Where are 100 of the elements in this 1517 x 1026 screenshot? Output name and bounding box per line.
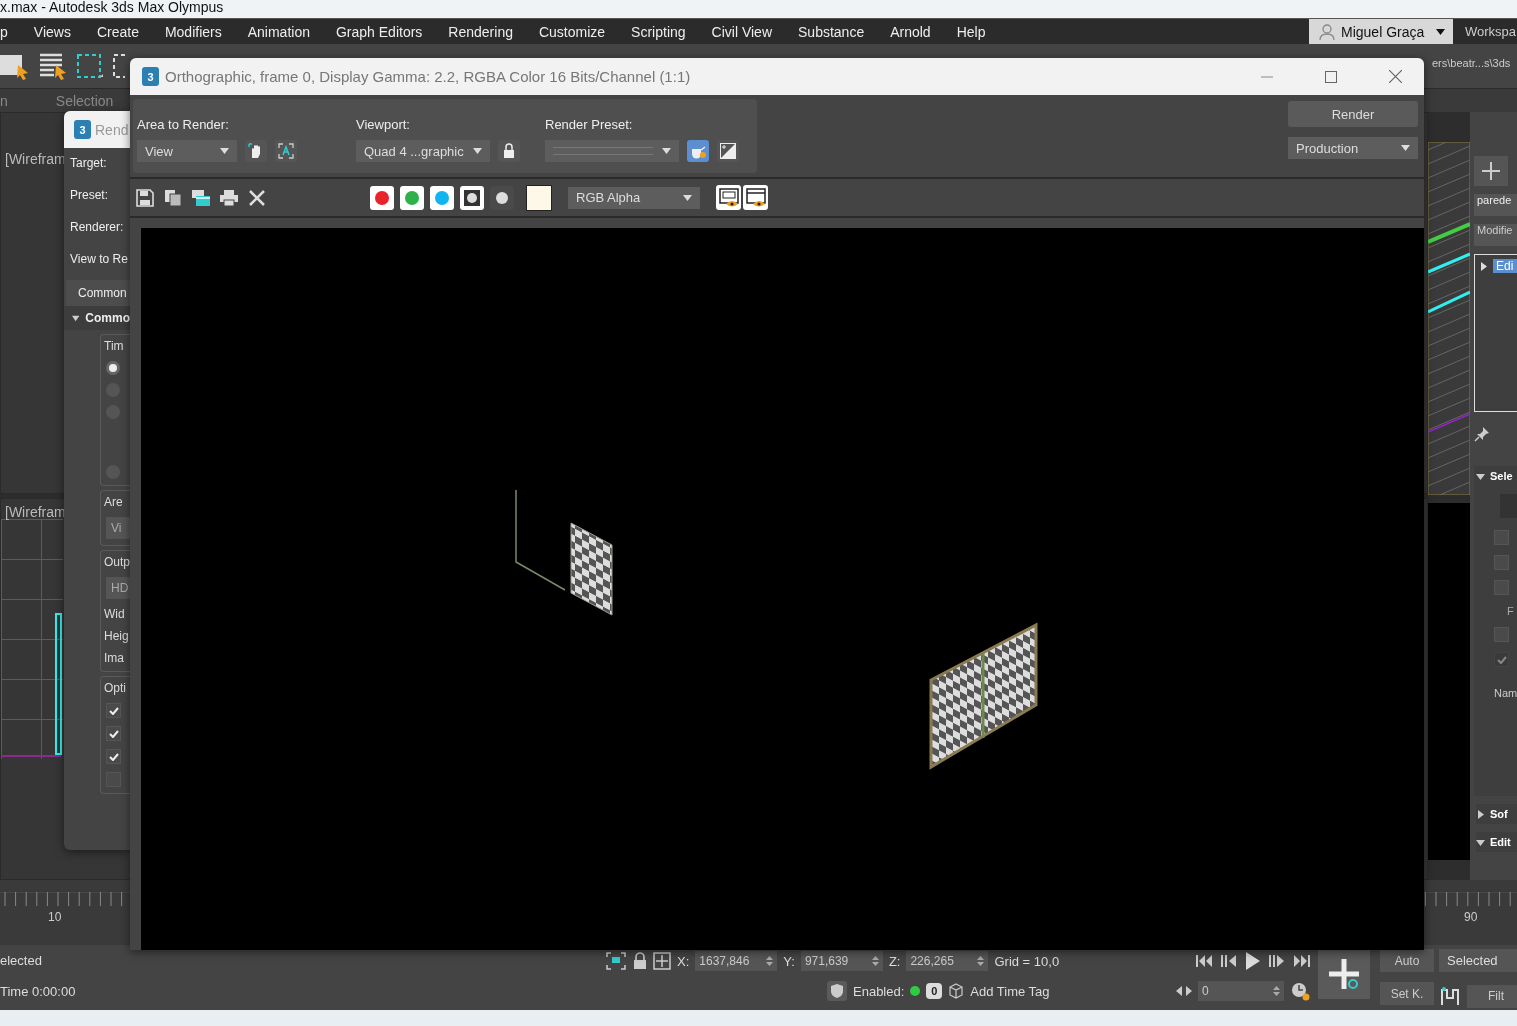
field-label: Render Preset: <box>545 117 634 132</box>
menu-item[interactable]: Help <box>943 23 999 40</box>
auto-key-button[interactable]: Auto <box>1380 949 1434 972</box>
create-tab[interactable] <box>1474 156 1508 186</box>
next-frame-icon[interactable] <box>1268 955 1286 967</box>
modifier-list-dropdown[interactable]: Modifie <box>1474 224 1517 246</box>
channel-toggle-button[interactable] <box>430 185 454 210</box>
menu-item[interactable]: Substance <box>785 23 878 40</box>
key-filters-button[interactable]: Filt <box>1467 984 1517 1008</box>
menu-item[interactable]: Views <box>20 23 84 40</box>
go-to-start-icon[interactable] <box>1196 955 1214 967</box>
toggle-overlay-button[interactable] <box>743 185 768 211</box>
channel-toggle-button[interactable] <box>490 185 514 210</box>
select-by-name-icon[interactable] <box>38 51 68 81</box>
menu-item[interactable]: Graph Editors <box>323 23 436 40</box>
viewport-label[interactable]: [Wirefram <box>5 504 66 520</box>
key-icon <box>1327 957 1361 991</box>
channel-toggle-button[interactable] <box>460 185 484 210</box>
enabled-label: Enabled: <box>853 983 905 999</box>
app-logo: 3 <box>142 67 159 86</box>
render-button[interactable]: Render <box>1288 101 1418 127</box>
tab[interactable]: Common <box>66 280 130 306</box>
tag-count: 0 <box>926 983 943 999</box>
alpha-channel-icon <box>464 189 480 206</box>
menu-item[interactable]: Arnold <box>877 23 944 40</box>
toggle-ui-button[interactable] <box>716 185 741 211</box>
radio-button[interactable] <box>106 361 120 375</box>
previous-frame-icon[interactable] <box>1220 955 1238 967</box>
selection-lock-icon[interactable] <box>605 951 627 971</box>
render-mode-dropdown[interactable]: Production <box>1288 137 1418 159</box>
caret-icon <box>473 148 482 154</box>
lock-viewport-button[interactable] <box>498 140 520 162</box>
set-key-button[interactable] <box>1318 949 1370 999</box>
coordinate-field[interactable]: 226,265 <box>906 951 989 971</box>
key-filters-icon[interactable] <box>1439 985 1461 1007</box>
workspace-selector[interactable]: Workspa <box>1453 24 1517 39</box>
channel-toggle-button[interactable] <box>370 185 394 210</box>
exposure-control-button[interactable] <box>717 140 739 162</box>
rollout-header[interactable]: Commo <box>64 306 130 330</box>
menu-item[interactable]: Scripting <box>618 23 699 40</box>
spinner-arrows-icon <box>1273 986 1280 996</box>
coordinate-field[interactable]: 1637,846 <box>695 951 778 971</box>
object-name-field[interactable]: parede <box>1474 194 1517 216</box>
render-setup-button[interactable] <box>687 140 709 162</box>
menu-item[interactable]: Rendering <box>435 23 526 40</box>
collapse-arrow-icon <box>72 314 80 322</box>
play-icon[interactable] <box>1244 952 1262 970</box>
windows-icon <box>191 188 211 207</box>
menu-item[interactable]: p <box>0 23 21 40</box>
region-pan-button[interactable] <box>245 140 267 162</box>
spinner-arrows-icon <box>871 956 879 966</box>
set-key-mode-button[interactable]: Set K. <box>1380 982 1434 1005</box>
expand-arrow-icon[interactable] <box>1481 261 1487 271</box>
caret-icon <box>220 148 229 154</box>
absolute-mode-icon[interactable] <box>653 952 671 970</box>
window-eye-icon <box>745 187 766 208</box>
menu-item[interactable]: Civil View <box>698 23 785 40</box>
save-image-button[interactable] <box>134 186 156 209</box>
grid-size: Grid = 10,0 <box>994 953 1060 969</box>
rollout-header[interactable]: Edit <box>1476 832 1517 852</box>
checkbox[interactable] <box>106 726 121 741</box>
rollout-header[interactable]: Sele <box>1476 466 1517 486</box>
caret-icon <box>662 148 671 154</box>
rectangular-selection-icon[interactable] <box>76 52 104 80</box>
user-account-dropdown[interactable]: Miguel Graça <box>1309 18 1453 45</box>
checkbox[interactable] <box>106 703 121 718</box>
channel-toggle-button[interactable] <box>400 185 424 210</box>
pin-icon[interactable] <box>1474 426 1490 442</box>
add-time-tag-link[interactable]: Add Time Tag <box>970 983 1050 999</box>
group-label: Are <box>104 495 124 509</box>
frame-field[interactable]: 0 <box>1198 981 1284 1001</box>
channel-dot-icon <box>404 189 420 206</box>
cube-icon[interactable] <box>948 983 965 999</box>
viewport-dropdown[interactable]: Quad 4 ...graphic <box>356 140 490 162</box>
key-set-dropdown[interactable]: Selected <box>1439 949 1517 972</box>
key-mode-icon[interactable] <box>1176 986 1192 996</box>
plus-icon <box>1481 161 1501 181</box>
field-label: Target: <box>70 156 108 170</box>
shield-icon[interactable] <box>827 981 847 1001</box>
area-to-render-dropdown[interactable]: View <box>137 140 237 162</box>
rollout-header[interactable]: Sof <box>1476 804 1517 824</box>
menu-item[interactable]: Animation <box>234 23 323 40</box>
display-channel-dropdown[interactable]: RGB Alpha <box>568 186 700 209</box>
go-to-end-icon[interactable] <box>1292 955 1310 967</box>
coordinate-field[interactable]: 971,639 <box>800 951 883 971</box>
maximize-icon <box>1325 70 1337 83</box>
lock-icon[interactable] <box>633 952 647 970</box>
color-swatch[interactable] <box>526 184 552 211</box>
auto-region-button[interactable] <box>275 140 297 162</box>
time-configuration-icon[interactable] <box>1290 981 1310 1001</box>
viewport-label[interactable]: [Wirefram <box>5 151 66 167</box>
window-crossing-icon[interactable] <box>112 52 126 80</box>
menu-item[interactable]: Create <box>83 23 152 40</box>
menu-item[interactable]: Customize <box>525 23 619 40</box>
coordinate-label: Z: <box>888 953 901 969</box>
menu-item[interactable]: Modifiers <box>151 23 235 40</box>
checkbox[interactable] <box>106 749 121 764</box>
window-eye-icon <box>718 187 739 208</box>
coordinate-label: X: <box>677 953 690 969</box>
copy-icon <box>164 188 182 207</box>
